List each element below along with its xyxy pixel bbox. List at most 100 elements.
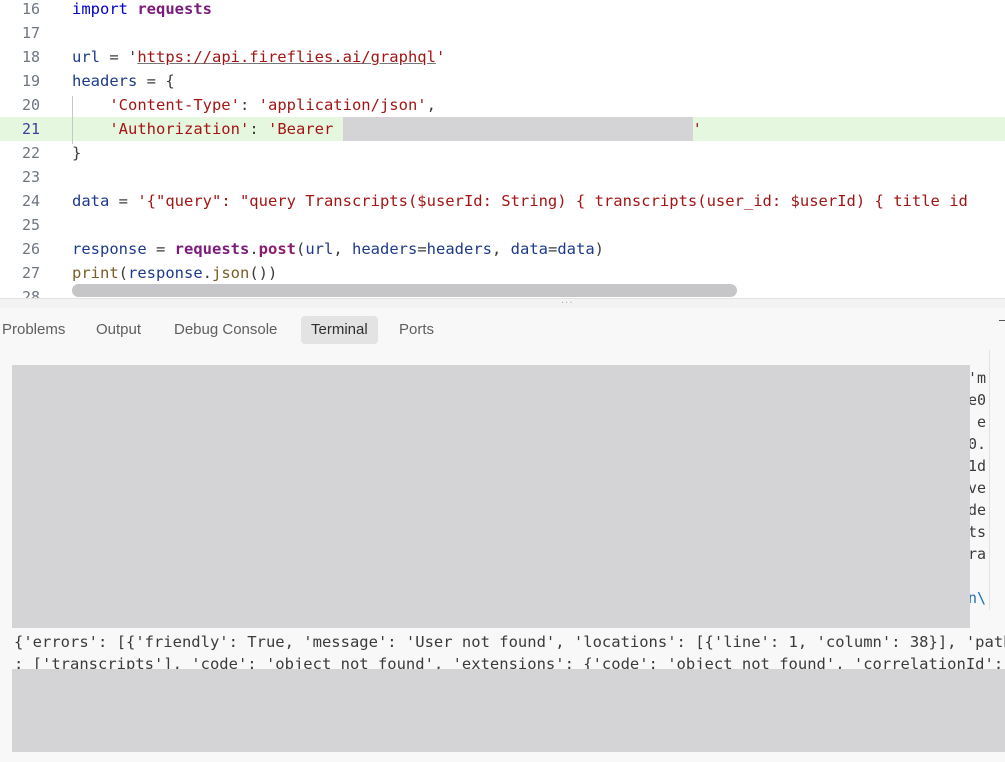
code-token: print <box>72 264 119 282</box>
code-line[interactable]: 19 headers = { <box>0 69 1005 93</box>
code-token: '{"query": "query Transcripts($userId: S… <box>137 192 968 210</box>
code-token: url <box>72 48 100 66</box>
code-line[interactable]: 22} <box>0 141 1005 165</box>
code-token: ( <box>118 264 129 282</box>
code-token: requests <box>174 240 250 258</box>
code-token: https://api.fireflies.ai/graphql <box>137 48 436 66</box>
line-number: 28 <box>21 288 40 298</box>
line-number: 23 <box>21 168 40 186</box>
code-token: , <box>492 240 511 258</box>
code-line[interactable]: 20 'Content-Type': 'application/json', <box>0 93 1005 117</box>
line-number: 19 <box>21 72 40 90</box>
terminal-text-fragment: e <box>968 413 987 431</box>
code-token: . <box>202 264 213 282</box>
panel-tab-bar: Problems Output Debug Console Terminal P… <box>0 308 1005 354</box>
code-text: response = requests.post(url, headers=he… <box>72 237 604 261</box>
tab-ports[interactable]: Ports <box>389 316 444 344</box>
terminal-vertical-scrollbar[interactable] <box>989 350 1003 610</box>
code-text: } <box>72 141 81 165</box>
terminal-view[interactable]: 'm e0 e 0. 1d ve de ts ra n\ {'errors': [{'frien… <box>0 354 1005 762</box>
code-token: : <box>239 96 259 114</box>
line-number: 22 <box>21 144 40 162</box>
code-token: response <box>72 240 147 258</box>
terminal-text-fragment: e0 <box>968 391 987 409</box>
code-token: data <box>510 240 548 258</box>
indent-guide <box>72 96 73 144</box>
terminal-text-fragment: 0. <box>968 435 987 453</box>
code-token: = <box>109 192 138 210</box>
terminal-text-fragment: 1d <box>968 457 987 475</box>
code-token: = { <box>137 72 175 90</box>
terminal-text-fragment: de <box>968 501 987 519</box>
code-line[interactable]: 26 response = requests.post(url, headers=… <box>0 237 1005 261</box>
line-number: 16 <box>21 0 40 18</box>
code-token: , <box>333 240 352 258</box>
code-token: url <box>305 240 334 258</box>
code-token: = <box>146 240 175 258</box>
code-line[interactable]: 18 url = 'https://api.fireflies.ai/graphq… <box>0 45 1005 69</box>
redacted-output-block <box>12 669 1005 752</box>
code-text: print(response.json()) <box>72 261 277 285</box>
code-token: ( <box>295 240 306 258</box>
code-token: ) <box>594 240 605 258</box>
code-line[interactable]: 21 'Authorization': 'Bearer ' <box>0 117 1005 141</box>
line-number: 24 <box>21 192 40 210</box>
terminal-output-line: {'errors': [{'friendly': True, 'message'… <box>14 633 1005 651</box>
code-token: } <box>72 144 82 162</box>
panel-maximize-icon[interactable] <box>999 320 1005 321</box>
code-text: url = 'https://api.fireflies.ai/graphql' <box>72 45 445 69</box>
line-number: 17 <box>21 24 40 42</box>
code-token: headers <box>426 240 492 258</box>
code-line[interactable]: 17 <box>0 21 1005 45</box>
code-token: requests <box>137 0 212 18</box>
code-token: ' <box>435 48 446 66</box>
code-text: headers = { <box>72 69 175 93</box>
code-token: headers <box>72 72 138 90</box>
code-token: = ' <box>100 48 138 66</box>
terminal-text-fragment: 'm <box>968 369 987 387</box>
tab-output[interactable]: Output <box>86 316 151 344</box>
code-token: import <box>72 0 138 18</box>
code-line[interactable]: 16 import requests <box>0 0 1005 21</box>
line-number: 20 <box>21 96 40 114</box>
line-number: 26 <box>21 240 40 258</box>
terminal-text-fragment: n\ <box>968 589 987 607</box>
horizontal-scrollbar[interactable] <box>72 284 737 297</box>
code-token: = <box>417 240 427 258</box>
line-number: 27 <box>21 264 40 282</box>
code-text: 'Content-Type': 'application/json', <box>72 93 436 117</box>
panel-resize-sash[interactable] <box>0 298 1005 308</box>
terminal-text-fragment: ve <box>968 479 987 497</box>
tab-problems[interactable]: Problems <box>0 316 75 344</box>
code-token: . <box>249 240 259 258</box>
code-token: post <box>258 240 296 258</box>
redacted-token <box>342 117 693 141</box>
line-number: 18 <box>21 48 40 66</box>
code-token: 'Authorization' <box>72 120 250 138</box>
code-token: : <box>249 120 268 138</box>
redacted-output-block <box>12 365 970 628</box>
code-line[interactable]: 23 <box>0 165 1005 189</box>
tab-terminal[interactable]: Terminal <box>301 316 378 344</box>
terminal-text-fragment: ra <box>968 545 987 563</box>
code-token: data <box>72 192 110 210</box>
code-line[interactable]: 25 <box>0 213 1005 237</box>
code-text: data = '{"query": "query Transcripts($us… <box>72 189 968 213</box>
code-token: , <box>426 96 436 114</box>
code-line[interactable]: 24 data = '{"query": "query Transcripts($… <box>0 189 1005 213</box>
line-number: 25 <box>21 216 40 234</box>
code-token: data <box>557 240 595 258</box>
code-token: ()) <box>249 264 278 282</box>
code-line[interactable]: 27 print(response.json()) <box>0 261 1005 285</box>
code-token: 'application/json' <box>258 96 427 114</box>
code-token: = <box>548 240 558 258</box>
tab-debug-console[interactable]: Debug Console <box>164 316 287 344</box>
code-editor[interactable]: 16 import requests 17 18 url = 'https://api.… <box>0 0 1005 298</box>
code-token: 'Content-Type' <box>72 96 240 114</box>
code-token: 'Bearer <box>267 120 343 138</box>
code-token: ' <box>692 120 702 138</box>
code-text: 'Authorization': 'Bearer ' <box>72 117 702 141</box>
code-token: json <box>212 264 250 282</box>
code-token: response <box>128 264 203 282</box>
line-number: 21 <box>21 120 40 138</box>
